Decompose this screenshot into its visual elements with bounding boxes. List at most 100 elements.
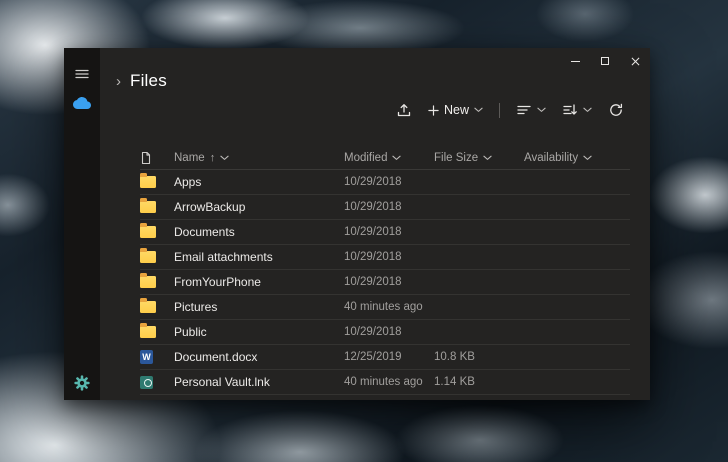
folder-icon xyxy=(140,201,156,213)
minimize-button[interactable] xyxy=(560,48,590,74)
file-icon-cell xyxy=(140,201,174,213)
chevron-down-icon xyxy=(474,107,483,113)
file-icon-cell xyxy=(140,326,174,338)
menu-button[interactable] xyxy=(74,66,90,82)
file-row[interactable]: Public 10/29/2018 xyxy=(140,320,630,345)
file-row[interactable]: Email attachments 10/29/2018 xyxy=(140,245,630,270)
file-row[interactable]: Apps 10/29/2018 xyxy=(140,170,630,195)
file-row[interactable]: FromYourPhone 10/29/2018 xyxy=(140,270,630,295)
chevron-down-icon xyxy=(583,155,592,161)
gear-icon xyxy=(73,374,91,392)
toolbar: New xyxy=(100,96,624,124)
upload-icon xyxy=(396,102,412,118)
file-list: Apps 10/29/2018 ArrowBackup 10/29/2018 D… xyxy=(140,170,630,395)
folder-icon xyxy=(140,226,156,238)
desktop-wallpaper: › Files New xyxy=(0,0,728,462)
file-name: ArrowBackup xyxy=(174,200,344,214)
header-name-label: Name xyxy=(174,152,205,164)
minimize-icon xyxy=(571,61,580,62)
sort-descending-icon xyxy=(562,102,578,118)
file-row[interactable]: Personal Vault.lnk 40 minutes ago 1.14 K… xyxy=(140,370,630,395)
file-modified: 40 minutes ago xyxy=(344,376,434,388)
file-modified: 10/29/2018 xyxy=(344,251,434,263)
maximize-icon xyxy=(601,57,609,65)
file-icon-cell xyxy=(140,251,174,263)
file-size: 10.8 KB xyxy=(434,351,524,363)
vault-icon xyxy=(140,376,153,389)
folder-icon xyxy=(140,176,156,188)
page-title: Files xyxy=(130,71,167,91)
word-icon xyxy=(140,350,153,364)
file-icon-cell xyxy=(140,226,174,238)
window-controls xyxy=(560,48,650,74)
header-availability[interactable]: Availability xyxy=(524,152,630,164)
refresh-icon xyxy=(608,102,624,118)
header-name[interactable]: Name ↑ xyxy=(174,152,344,164)
upload-button[interactable] xyxy=(396,102,412,118)
chevron-down-icon xyxy=(537,107,546,113)
file-name: Public xyxy=(174,325,344,339)
file-modified: 10/29/2018 xyxy=(344,201,434,213)
header-modified[interactable]: Modified xyxy=(344,152,434,164)
folder-icon xyxy=(140,301,156,313)
file-name: Document.docx xyxy=(174,350,344,364)
breadcrumb-chevron: › xyxy=(116,73,121,90)
file-name: Personal Vault.lnk xyxy=(174,375,344,389)
header-modified-label: Modified xyxy=(344,152,387,164)
file-name: Email attachments xyxy=(174,250,344,264)
file-row[interactable]: Document.docx 12/25/2019 10.8 KB xyxy=(140,345,630,370)
file-icon-cell xyxy=(140,301,174,313)
refresh-button[interactable] xyxy=(608,102,624,118)
chevron-down-icon xyxy=(392,155,401,161)
file-name: Documents xyxy=(174,225,344,239)
onedrive-button[interactable] xyxy=(73,94,91,112)
file-row[interactable]: ArrowBackup 10/29/2018 xyxy=(140,195,630,220)
close-icon xyxy=(631,57,640,66)
folder-icon xyxy=(140,251,156,263)
header-availability-label: Availability xyxy=(524,152,578,164)
sort-order-button[interactable] xyxy=(562,102,592,118)
chevron-down-icon xyxy=(220,155,229,161)
file-name: FromYourPhone xyxy=(174,275,344,289)
document-icon xyxy=(140,151,152,165)
file-icon-cell xyxy=(140,350,174,364)
file-name: Apps xyxy=(174,175,344,189)
file-row[interactable]: Documents 10/29/2018 xyxy=(140,220,630,245)
header-file-size-label: File Size xyxy=(434,152,478,164)
file-icon-cell xyxy=(140,276,174,288)
header-file-size[interactable]: File Size xyxy=(434,152,524,164)
sort-button[interactable] xyxy=(516,102,546,118)
settings-button[interactable] xyxy=(73,374,91,392)
file-table: Name ↑ Modified File Size Availability xyxy=(140,146,630,395)
table-header: Name ↑ Modified File Size Availability xyxy=(140,146,630,170)
file-modified: 10/29/2018 xyxy=(344,276,434,288)
onedrive-app-window: › Files New xyxy=(64,48,650,400)
plus-icon xyxy=(428,105,439,116)
file-modified: 12/25/2019 xyxy=(344,351,434,363)
folder-icon xyxy=(140,276,156,288)
file-row[interactable]: Pictures 40 minutes ago xyxy=(140,295,630,320)
sidebar xyxy=(64,48,100,400)
file-modified: 10/29/2018 xyxy=(344,226,434,238)
file-size: 1.14 KB xyxy=(434,376,524,388)
toolbar-divider xyxy=(499,103,500,118)
file-icon-cell xyxy=(140,376,174,389)
main-panel: › Files New xyxy=(100,48,650,400)
new-button-label: New xyxy=(444,103,469,117)
hamburger-icon xyxy=(74,66,90,82)
sort-ascending-indicator: ↑ xyxy=(210,152,216,164)
file-icon-cell xyxy=(140,176,174,188)
file-modified: 10/29/2018 xyxy=(344,326,434,338)
header-file-type[interactable] xyxy=(140,151,174,165)
maximize-button[interactable] xyxy=(590,48,620,74)
chevron-down-icon xyxy=(483,155,492,161)
file-modified: 10/29/2018 xyxy=(344,176,434,188)
close-button[interactable] xyxy=(620,48,650,74)
cloud-icon xyxy=(73,94,91,112)
new-button[interactable]: New xyxy=(428,103,483,117)
chevron-down-icon xyxy=(583,107,592,113)
file-modified: 40 minutes ago xyxy=(344,301,434,313)
file-name: Pictures xyxy=(174,300,344,314)
folder-icon xyxy=(140,326,156,338)
sort-lines-icon xyxy=(516,102,532,118)
